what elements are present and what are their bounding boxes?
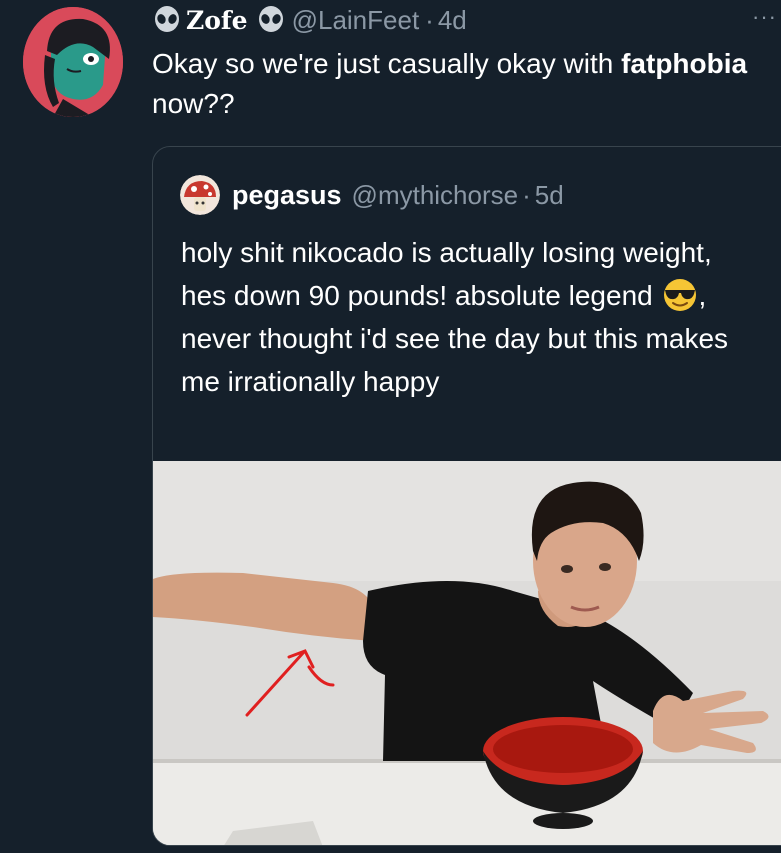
quoted-tweet[interactable]: pegasus @mythichorse · 5d holy shit niko…: [152, 146, 781, 846]
sunglasses-emoji-icon: [661, 278, 699, 312]
display-name[interactable]: Zofe: [186, 6, 248, 35]
quoted-tweet-header: pegasus @mythichorse · 5d: [180, 175, 564, 215]
quoted-tweet-image[interactable]: [153, 461, 781, 845]
quoted-tweet-text: holy shit nikocado is actually losing we…: [181, 231, 761, 403]
tweet-text-part1: Okay so we're just casually okay with: [152, 48, 622, 79]
alien-icon: [256, 5, 286, 35]
separator-dot: ·: [522, 179, 531, 210]
tweet-text-bold: fatphobia: [621, 48, 748, 79]
quoted-display-name[interactable]: pegasus: [232, 180, 342, 211]
quoted-user-avatar[interactable]: [180, 175, 220, 215]
tweet-header: Zofe @LainFeet · 4d: [152, 2, 467, 38]
tweet-time[interactable]: 4d: [438, 5, 467, 36]
quoted-tweet-time[interactable]: 5d: [535, 180, 564, 211]
tweet-text: Okay so we're just casually okay with fa…: [152, 44, 752, 124]
quoted-user-handle[interactable]: @mythichorse: [352, 180, 519, 211]
user-avatar[interactable]: [23, 7, 123, 117]
quoted-text-part1: holy shit nikocado is actually losing we…: [181, 237, 712, 311]
user-handle[interactable]: @LainFeet: [292, 5, 420, 36]
tweet-text-part2: now??: [152, 88, 235, 119]
separator-dot: ·: [425, 4, 434, 35]
more-icon[interactable]: ···: [752, 4, 777, 30]
alien-icon: [152, 5, 182, 35]
